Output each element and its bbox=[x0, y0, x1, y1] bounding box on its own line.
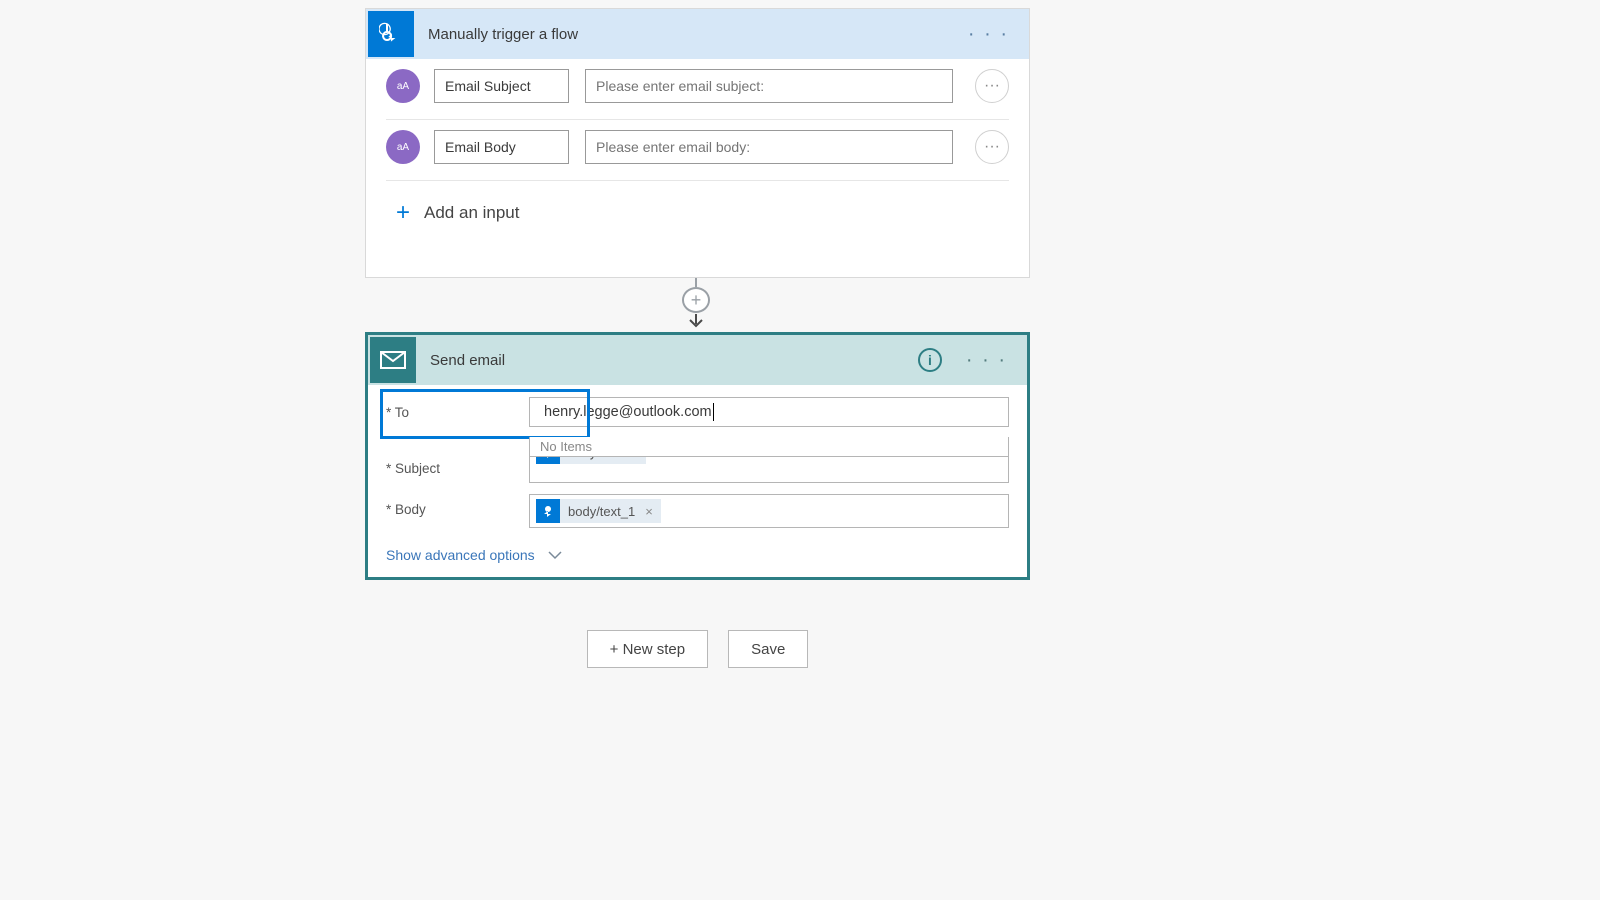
trigger-header[interactable]: Manually trigger a flow · · · bbox=[366, 9, 1029, 59]
trigger-title: Manually trigger a flow bbox=[428, 26, 578, 43]
divider bbox=[386, 180, 1009, 181]
insert-step-button[interactable]: + bbox=[682, 287, 710, 313]
connector: + bbox=[680, 278, 712, 334]
plus-icon: + bbox=[396, 199, 410, 227]
action-title: Send email bbox=[430, 352, 505, 369]
add-input-button[interactable]: + Add an input bbox=[396, 199, 1029, 227]
show-advanced-options[interactable]: Show advanced options bbox=[386, 547, 563, 563]
input-row-menu-1[interactable]: ··· bbox=[975, 130, 1009, 164]
body-token[interactable]: body/text_1 × bbox=[536, 499, 661, 523]
subject-input[interactable]: body/text × bbox=[529, 453, 1009, 483]
remove-token-icon[interactable]: × bbox=[645, 504, 653, 519]
save-button[interactable]: Save bbox=[728, 630, 808, 668]
trigger-card: Manually trigger a flow · · · aA ··· aA … bbox=[365, 8, 1030, 278]
action-header[interactable]: Send email i · · · bbox=[368, 335, 1027, 385]
action-card: Send email i · · · To henry.legge@outloo… bbox=[365, 332, 1030, 580]
field-to-label: To bbox=[386, 397, 529, 420]
field-subject: Subject body/text × bbox=[386, 453, 1009, 483]
to-input[interactable]: henry.legge@outlook.com bbox=[529, 397, 1009, 427]
trigger-icon bbox=[368, 11, 414, 57]
input-name-0[interactable] bbox=[434, 69, 569, 103]
field-body-label: Body bbox=[386, 494, 529, 517]
arrow-down-icon bbox=[687, 311, 705, 334]
info-icon[interactable]: i bbox=[918, 348, 942, 372]
token-icon bbox=[536, 499, 560, 523]
body-token-label: body/text_1 bbox=[568, 504, 635, 519]
text-caret bbox=[713, 403, 714, 421]
body-input[interactable]: body/text_1 × bbox=[529, 494, 1009, 528]
field-subject-label: Subject bbox=[386, 453, 529, 476]
input-type-icon: aA bbox=[386, 130, 420, 164]
input-type-icon: aA bbox=[386, 69, 420, 103]
field-body: Body body/text_1 × bbox=[386, 494, 1009, 528]
trigger-menu-icon[interactable]: · · · bbox=[968, 23, 1009, 46]
input-placeholder-0[interactable] bbox=[585, 69, 953, 103]
input-row-menu-0[interactable]: ··· bbox=[975, 69, 1009, 103]
mail-icon bbox=[370, 337, 416, 383]
chevron-down-icon bbox=[547, 550, 563, 560]
trigger-input-row-0: aA ··· bbox=[366, 59, 1029, 103]
to-value: henry.legge@outlook.com bbox=[544, 404, 712, 420]
bottom-actions: + New step Save bbox=[365, 610, 1030, 668]
advanced-label: Show advanced options bbox=[386, 547, 535, 563]
field-to: To henry.legge@outlook.com No Items bbox=[386, 397, 1009, 427]
input-placeholder-1[interactable] bbox=[585, 130, 953, 164]
input-name-1[interactable] bbox=[434, 130, 569, 164]
action-menu-icon[interactable]: · · · bbox=[966, 349, 1007, 372]
new-step-button[interactable]: + New step bbox=[587, 630, 708, 668]
to-autocomplete-dropdown[interactable]: No Items bbox=[529, 437, 1009, 457]
trigger-input-row-1: aA ··· bbox=[366, 120, 1029, 164]
add-input-label: Add an input bbox=[424, 203, 519, 223]
